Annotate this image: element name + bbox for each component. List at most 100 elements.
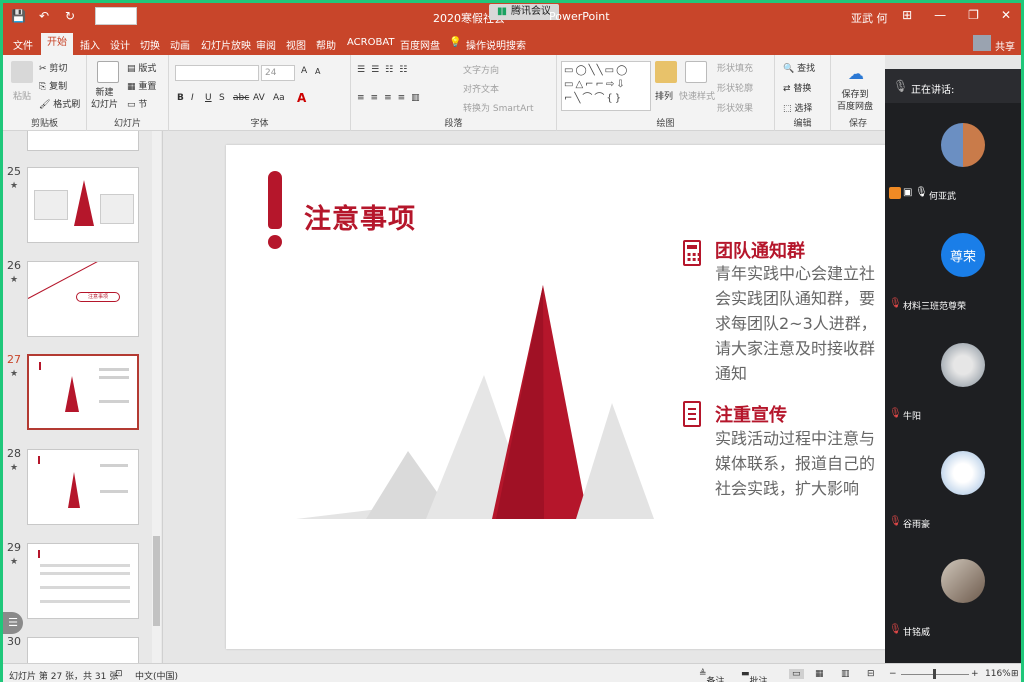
arrange-button[interactable]: 排列: [655, 89, 673, 102]
slideshow-icon[interactable]: ⊟: [867, 669, 875, 679]
format-painter-button[interactable]: 🖌 格式刷: [39, 97, 80, 110]
mini-text: [40, 586, 130, 589]
tab-file[interactable]: 文件: [13, 37, 33, 52]
fit-slide-icon[interactable]: ⊞: [1011, 669, 1019, 679]
bold-button[interactable]: B: [177, 93, 184, 103]
new-slide-button[interactable]: 新建 幻灯片: [91, 87, 118, 111]
undo-icon[interactable]: ↶: [37, 9, 51, 23]
participant-tile[interactable]: ▣ 🎙 何亚武: [885, 103, 1021, 213]
thumbnail-slide-29[interactable]: [27, 543, 139, 619]
new-slide-icon[interactable]: [97, 61, 119, 83]
tab-insert[interactable]: 插入: [80, 37, 100, 52]
paste-icon[interactable]: [11, 61, 33, 83]
paste-button[interactable]: 粘贴: [13, 89, 31, 102]
align-text-button[interactable]: 对齐文本: [463, 82, 499, 95]
strikethrough-button[interactable]: abc: [233, 93, 249, 103]
save-to-baidu-button[interactable]: 保存到 百度网盘: [837, 89, 873, 113]
minimize-icon[interactable]: —: [934, 8, 946, 22]
tab-slideshow[interactable]: 幻灯片放映: [201, 37, 251, 52]
scrollbar-thumb[interactable]: [153, 536, 160, 626]
list-buttons-icon[interactable]: ☰☰☷☷: [357, 65, 413, 75]
zoom-slider-thumb[interactable]: [933, 669, 936, 679]
exclamation-icon: [268, 171, 282, 229]
text-direction-button[interactable]: 文字方向: [463, 63, 499, 76]
zoom-level[interactable]: 116%: [985, 669, 1011, 679]
ribbon-display-icon[interactable]: ⊞: [902, 8, 912, 22]
quick-styles-button[interactable]: 快速样式: [679, 89, 715, 102]
user-name[interactable]: 亚武 何: [851, 10, 888, 26]
arrange-icon[interactable]: [655, 61, 677, 83]
font-color-icon[interactable]: A: [297, 91, 306, 105]
quick-access-combo[interactable]: [95, 7, 137, 25]
slide-title: 注意事项: [304, 204, 416, 235]
thumbnail-slide-30[interactable]: [27, 637, 139, 663]
tab-review[interactable]: 审阅: [256, 37, 276, 52]
tab-transitions[interactable]: 切换: [140, 37, 160, 52]
underline-button[interactable]: U: [205, 93, 212, 103]
meeting-label: 腾讯会议: [511, 6, 552, 17]
replace-button[interactable]: ⇄ 替换: [783, 81, 811, 94]
quick-styles-icon[interactable]: [685, 61, 707, 83]
thumbnail-scrollbar[interactable]: [152, 131, 161, 663]
language-indicator[interactable]: 中文(中国): [135, 669, 178, 682]
participant-tile[interactable]: 🎙 甘铭威: [885, 539, 1021, 649]
reading-view-icon[interactable]: ▥: [841, 669, 850, 679]
thumbnail-slide-26[interactable]: 注意事项: [27, 261, 139, 337]
shape-fill-button[interactable]: 形状填充: [717, 61, 753, 74]
layout-button[interactable]: ▤ 版式: [127, 61, 156, 74]
notes-button[interactable]: ≜ 备注: [699, 669, 725, 682]
italic-button[interactable]: I: [191, 93, 194, 103]
tab-help[interactable]: 帮助: [316, 37, 336, 52]
avatar: [941, 451, 985, 495]
spacing-button[interactable]: AV: [253, 93, 265, 103]
thumbnail-slide-28[interactable]: [27, 449, 139, 525]
tab-view[interactable]: 视图: [286, 37, 306, 52]
shrink-font-button[interactable]: A: [315, 67, 320, 76]
close-icon[interactable]: ✕: [1001, 8, 1011, 22]
animation-star-icon: ★: [10, 369, 19, 379]
change-case-button[interactable]: Aa: [273, 93, 285, 103]
select-button[interactable]: ⬚ 选择: [783, 101, 812, 114]
comments-label: 批注: [749, 677, 768, 682]
tab-animations[interactable]: 动画: [170, 37, 190, 52]
normal-view-icon[interactable]: ▭: [789, 669, 804, 679]
zoom-out-icon[interactable]: −: [889, 669, 897, 679]
comments-button[interactable]: ▬ 批注: [741, 669, 768, 682]
align-buttons-icon[interactable]: ≡≡≡≡▥: [357, 93, 426, 103]
share-button[interactable]: 共享: [995, 38, 1015, 53]
account-avatar[interactable]: [973, 35, 991, 51]
slide-27[interactable]: 注意事项 ▪▪▪ ▪▪▪ 团队通知群 青年实践中心会建立社会实践团队通知群，要求每…: [226, 145, 886, 649]
smartart-button[interactable]: 转换为 SmartArt: [463, 101, 533, 114]
thumbnail-slide-24[interactable]: [27, 131, 139, 151]
tell-me-search[interactable]: 操作说明搜索: [466, 37, 526, 52]
font-size-select[interactable]: 24: [261, 65, 295, 81]
slide-sorter-icon[interactable]: ▦: [815, 669, 824, 679]
participant-tile[interactable]: 🎙 牛阳: [885, 323, 1021, 433]
grow-font-button[interactable]: A: [301, 66, 307, 76]
cut-button[interactable]: ✂ 剪切: [39, 61, 67, 74]
reset-button[interactable]: ▦ 重置: [127, 79, 156, 92]
participant-tile[interactable]: 尊荣 🎙 材料三班范尊荣: [885, 213, 1021, 323]
redo-icon[interactable]: ↻: [63, 9, 77, 23]
font-family-select[interactable]: [175, 65, 259, 81]
copy-button[interactable]: ⎘ 复制: [39, 79, 67, 92]
restore-icon[interactable]: ❐: [968, 8, 979, 22]
participant-tile[interactable]: 🎙 谷雨豪: [885, 431, 1021, 541]
tab-baidu[interactable]: 百度网盘: [400, 37, 440, 52]
baidu-cloud-icon[interactable]: ☁: [845, 63, 867, 85]
shadow-button[interactable]: S: [219, 93, 225, 103]
shapes-gallery[interactable]: ▭◯╲╲▭◯ ▭△⌐⌐⇨⇩ ⌐╲⌒⌒{}: [561, 61, 651, 111]
thumbnail-slide-25[interactable]: [27, 167, 139, 243]
zoom-in-icon[interactable]: +: [971, 669, 979, 679]
shape-effects-button[interactable]: 形状效果: [717, 101, 753, 114]
shape-outline-button[interactable]: 形状轮廓: [717, 81, 753, 94]
find-button[interactable]: 🔍 查找: [783, 61, 815, 74]
clipboard-group: 粘贴 ✂ 剪切 ⎘ 复制 🖌 格式刷 剪贴板: [3, 55, 87, 131]
tab-home[interactable]: 开始: [41, 33, 73, 55]
tab-acrobat[interactable]: ACROBAT: [347, 37, 395, 48]
spellcheck-icon[interactable]: ⊡: [115, 669, 123, 679]
tab-design[interactable]: 设计: [110, 37, 130, 52]
thumbnail-slide-27[interactable]: [27, 354, 139, 430]
save-icon[interactable]: 💾: [11, 9, 26, 23]
section-button[interactable]: ▭ 节: [127, 97, 147, 110]
